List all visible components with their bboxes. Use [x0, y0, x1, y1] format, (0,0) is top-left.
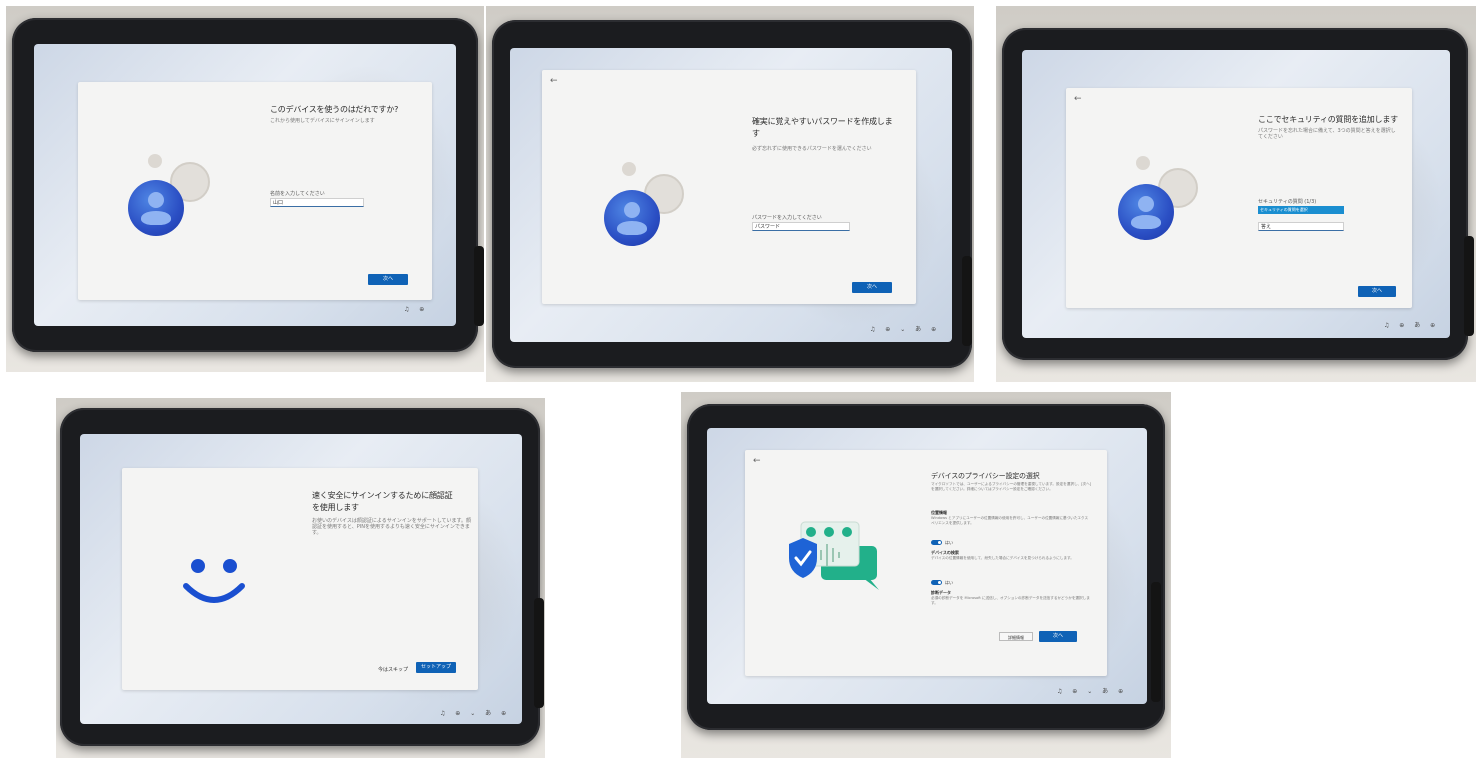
photo-panel-2: ← 確実に覚えやすいパスワードを作成しま す 必ず忘れずに使用できるパスワードを… — [486, 6, 974, 382]
password-field-label: パスワードを入力してください — [752, 215, 822, 221]
ghost-avatar-small — [622, 162, 636, 176]
privacy-dot-1 — [806, 527, 816, 537]
tablet-screen: 速く安全にサインインするために顔認証 を使用します お使いのデバイスは顔認証によ… — [80, 434, 522, 724]
privacy-shield-chat-icon — [789, 521, 879, 590]
accept-button[interactable]: 次へ — [1039, 631, 1077, 642]
tablet-screen: ← 確実に覚えやすいパスワードを作成しま す 必ず忘れずに使用できるパスワードを… — [510, 48, 952, 342]
user-avatar-icon — [1118, 184, 1174, 240]
photo-panel-4: 速く安全にサインインするために顔認証 を使用します お使いのデバイスは顔認証によ… — [56, 398, 545, 758]
find-device-section-text: デバイスの位置情報を使用して、紛失した場合にデバイスを見つけられるようにします。 — [931, 556, 1074, 560]
diagnostics-section-text: 必須の診断データを Microsoft に送信し、オプションの診断データを送信す… — [931, 596, 1090, 605]
page-title-line2: す — [752, 129, 760, 138]
taskbar-tray: ♫ ⊕ ⌄ あ ⊕ — [1057, 688, 1128, 695]
tablet-screen: ← デバイスのプライバシー設定の選択 マイクロソフトでは、ユーザーによるプライバ… — [707, 428, 1147, 704]
location-toggle[interactable] — [931, 540, 942, 545]
page-subtext: パスワードを忘れた場合に備えて、3つの質問と答えを選択してください — [1258, 128, 1396, 140]
tablet-device: このデバイスを使うのはだれですか? これから使用してデバイスにサインインします … — [12, 18, 478, 352]
setup-dialog: ← ここでセキュリティの質問を追加します パスワードを忘れた場合に備えて、3つの… — [1066, 88, 1412, 308]
face-recognition-smiley-icon — [183, 559, 245, 603]
page-title-line1: 確実に覚えやすいパスワードを作成しま — [752, 117, 893, 126]
page-subtext: お使いのデバイスは顔認証によるサインインをサポートしています。顔認証を使用すると… — [312, 518, 472, 536]
tablet-device: ← ここでセキュリティの質問を追加します パスワードを忘れた場合に備えて、3つの… — [1002, 28, 1468, 360]
shield-icon — [789, 538, 817, 578]
ghost-avatar-small — [148, 154, 162, 168]
tablet-device: ← 確実に覚えやすいパスワードを作成しま す 必ず忘れずに使用できるパスワードを… — [492, 20, 972, 368]
setup-dialog: ← 確実に覚えやすいパスワードを作成しま す 必ず忘れずに使用できるパスワードを… — [542, 70, 916, 304]
tablet-device: 速く安全にサインインするために顔認証 を使用します お使いのデバイスは顔認証によ… — [60, 408, 540, 746]
back-arrow-icon[interactable]: ← — [550, 76, 558, 86]
photo-panel-3: ← ここでセキュリティの質問を追加します パスワードを忘れた場合に備えて、3つの… — [996, 6, 1476, 382]
tablet-screen: ← ここでセキュリティの質問を追加します パスワードを忘れた場合に備えて、3つの… — [1022, 50, 1450, 338]
name-field-label: 名前を入力してください — [270, 191, 325, 197]
back-arrow-icon[interactable]: ← — [1074, 94, 1082, 104]
photo-panel-5: ← デバイスのプライバシー設定の選択 マイクロソフトでは、ユーザーによるプライバ… — [681, 392, 1171, 758]
user-avatar-icon — [128, 180, 184, 236]
next-button[interactable]: 次へ — [368, 274, 408, 285]
page-subtext: 必ず忘れずに使用できるパスワードを選んでください — [752, 146, 872, 152]
taskbar-tray: ♫ ⊕ あ ⊕ — [1384, 322, 1440, 329]
location-toggle-label: はい — [945, 540, 953, 545]
taskbar-tray: ♫ ⊕ ⌄ あ ⊕ — [870, 326, 941, 333]
security-question-label: セキュリティの質問 (1/3) — [1258, 199, 1317, 205]
setup-dialog: 速く安全にサインインするために顔認証 を使用します お使いのデバイスは顔認証によ… — [122, 468, 478, 690]
find-device-toggle-label: はい — [945, 580, 953, 585]
privacy-dot-3 — [842, 527, 852, 537]
back-arrow-icon[interactable]: ← — [753, 456, 761, 466]
tablet-device: ← デバイスのプライバシー設定の選択 マイクロソフトでは、ユーザーによるプライバ… — [687, 404, 1165, 730]
page-title-line2: を使用します — [312, 503, 359, 512]
smiley-left-eye — [191, 559, 205, 573]
privacy-dot-2 — [824, 527, 834, 537]
page-title-line1: 速く安全にサインインするために顔認証 — [312, 491, 453, 500]
page-subtext: マイクロソフトでは、ユーザーによるプライバシーの管理を重視しています。設定を選択… — [931, 482, 1092, 491]
more-info-button[interactable]: 詳細情報 — [999, 632, 1033, 641]
name-input[interactable]: 山口 — [270, 198, 364, 207]
user-avatar-icon — [604, 190, 660, 246]
taskbar-tray: ♫ ⊕ — [404, 306, 429, 313]
find-device-toggle[interactable] — [931, 580, 942, 585]
ghost-avatar-small — [1136, 156, 1150, 170]
skip-link[interactable]: 今はスキップ — [378, 666, 408, 673]
setup-button[interactable]: セットアップ — [416, 662, 456, 673]
security-question-dropdown[interactable]: セキュリティの質問を選択 — [1258, 206, 1344, 214]
security-answer-input[interactable]: 答え — [1258, 222, 1344, 231]
location-section-text: Windows とアプリにユーザーの位置情報の使用を許可し、ユーザーの位置情報に… — [931, 516, 1089, 525]
page-title: ここでセキュリティの質問を追加します — [1258, 115, 1398, 124]
tablet-screen: このデバイスを使うのはだれですか? これから使用してデバイスにサインインします … — [34, 44, 456, 326]
password-input[interactable]: パスワード — [752, 222, 850, 231]
next-button[interactable]: 次へ — [852, 282, 892, 293]
photo-panel-1: このデバイスを使うのはだれですか? これから使用してデバイスにサインインします … — [6, 6, 484, 372]
smiley-mouth — [183, 583, 245, 603]
setup-dialog: このデバイスを使うのはだれですか? これから使用してデバイスにサインインします … — [78, 82, 432, 300]
smiley-right-eye — [223, 559, 237, 573]
page-subtext: これから使用してデバイスにサインインします — [270, 118, 375, 124]
next-button[interactable]: 次へ — [1358, 286, 1396, 297]
page-title: デバイスのプライバシー設定の選択 — [931, 472, 1040, 480]
setup-dialog: ← デバイスのプライバシー設定の選択 マイクロソフトでは、ユーザーによるプライバ… — [745, 450, 1107, 676]
page-title: このデバイスを使うのはだれですか? — [270, 105, 399, 114]
taskbar-tray: ♫ ⊕ ⌄ あ ⊕ — [440, 710, 511, 717]
